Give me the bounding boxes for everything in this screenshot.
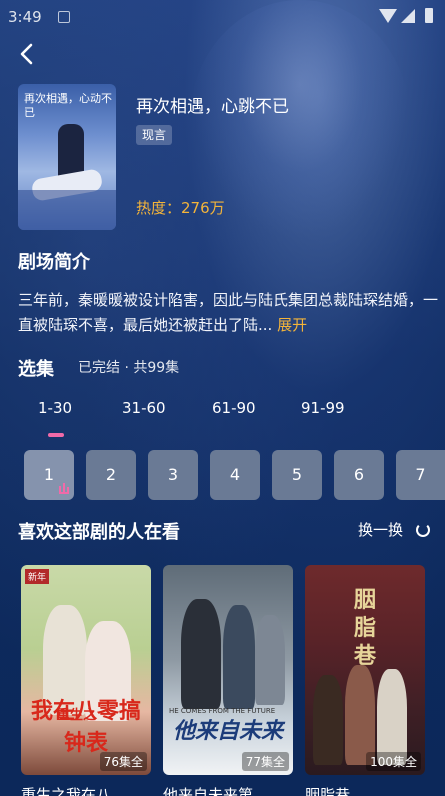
poster-label: 新年 <box>25 569 50 584</box>
episode-number: 2 <box>105 465 117 484</box>
episodes-status: 已完结 · 共99集 <box>78 360 180 376</box>
episode-number: 5 <box>291 465 303 484</box>
range-tab-1[interactable]: 1-30 <box>38 399 72 417</box>
poster-title: 再次相遇，心动不已 <box>24 92 112 119</box>
poster-title: 我在八零搞钟表 <box>30 699 141 756</box>
episode-button-1[interactable]: 1 <box>24 450 74 500</box>
episode-button-2[interactable]: 2 <box>86 450 136 500</box>
expand-link[interactable]: 展开 <box>277 316 307 334</box>
notification-icon <box>58 11 70 23</box>
episode-count-badge: 76集全 <box>99 752 147 771</box>
poster-figure <box>345 665 375 765</box>
recommend-card-title-2[interactable]: 他来自未来第 <box>163 784 293 796</box>
episode-number: 3 <box>167 465 179 484</box>
intro-heading: 剧场简介 <box>18 252 90 273</box>
status-bar: 3:49 <box>0 0 445 34</box>
episode-button-7[interactable]: 7 <box>396 450 445 500</box>
poster-title: 他来自未来 <box>172 719 283 744</box>
poster-figure <box>255 615 285 705</box>
episode-button-3[interactable]: 3 <box>148 450 198 500</box>
back-button[interactable] <box>14 40 40 68</box>
range-active-indicator <box>48 433 64 437</box>
episode-button-6[interactable]: 6 <box>334 450 384 500</box>
episode-count-badge: 100集全 <box>366 752 421 771</box>
genre-tag: 现言 <box>136 125 173 145</box>
intro-text-block: 三年前，秦暖暖被设计陷害，因此与陆氏集团总裁陆琛结婚，一直被陆琛不喜，最后她还被… <box>18 288 438 338</box>
episode-button-4[interactable]: 4 <box>210 450 260 500</box>
episode-button-5[interactable]: 5 <box>272 450 322 500</box>
poster-figure <box>181 599 221 709</box>
recommend-card-3[interactable]: 胭脂巷 100集全 <box>305 565 425 775</box>
recommend-heading: 喜欢这部剧的人在看 <box>18 522 180 543</box>
battery-icon <box>425 8 433 23</box>
chevron-left-icon <box>20 43 33 65</box>
poster-title: 胭脂巷 <box>353 588 376 669</box>
recommend-card-1[interactable]: 新年 重生之 我在八零搞钟表 76集全 <box>21 565 151 775</box>
poster-water <box>18 190 116 230</box>
episode-number: 6 <box>353 465 365 484</box>
poster-figure <box>377 669 407 765</box>
recommend-card-title-3[interactable]: 胭脂巷 <box>305 784 425 796</box>
wifi-icon <box>379 9 397 23</box>
drama-title: 再次相遇，心跳不已 <box>136 97 289 117</box>
range-tab-4[interactable]: 91-99 <box>301 399 345 417</box>
recommend-card-2[interactable]: HE COMES FROM THE FUTURE 他来自未来 77集全 <box>163 565 293 775</box>
status-time: 3:49 <box>8 8 42 26</box>
refresh-icon[interactable] <box>416 523 430 537</box>
poster-figure <box>223 605 255 709</box>
episode-number: 1 <box>43 465 55 484</box>
range-tab-3[interactable]: 61-90 <box>212 399 256 417</box>
refresh-button[interactable]: 换一换 <box>358 519 403 540</box>
heat-value: 热度：276万 <box>136 199 225 217</box>
drama-poster: 再次相遇，心动不已 <box>18 84 116 230</box>
signal-icon <box>401 9 415 23</box>
playing-icon <box>59 483 69 494</box>
intro-text: 三年前，秦暖暖被设计陷害，因此与陆氏集团总裁陆琛结婚，一直被陆琛不喜，最后她还被… <box>18 291 439 334</box>
episode-number: 7 <box>415 465 426 484</box>
recommend-card-title-1[interactable]: 重生之我在八 <box>21 784 151 796</box>
episode-count-badge: 77集全 <box>241 752 289 771</box>
episode-number: 4 <box>229 465 241 484</box>
range-tab-2[interactable]: 31-60 <box>122 399 166 417</box>
poster-figure <box>313 675 343 765</box>
episodes-heading: 选集 <box>18 359 54 380</box>
